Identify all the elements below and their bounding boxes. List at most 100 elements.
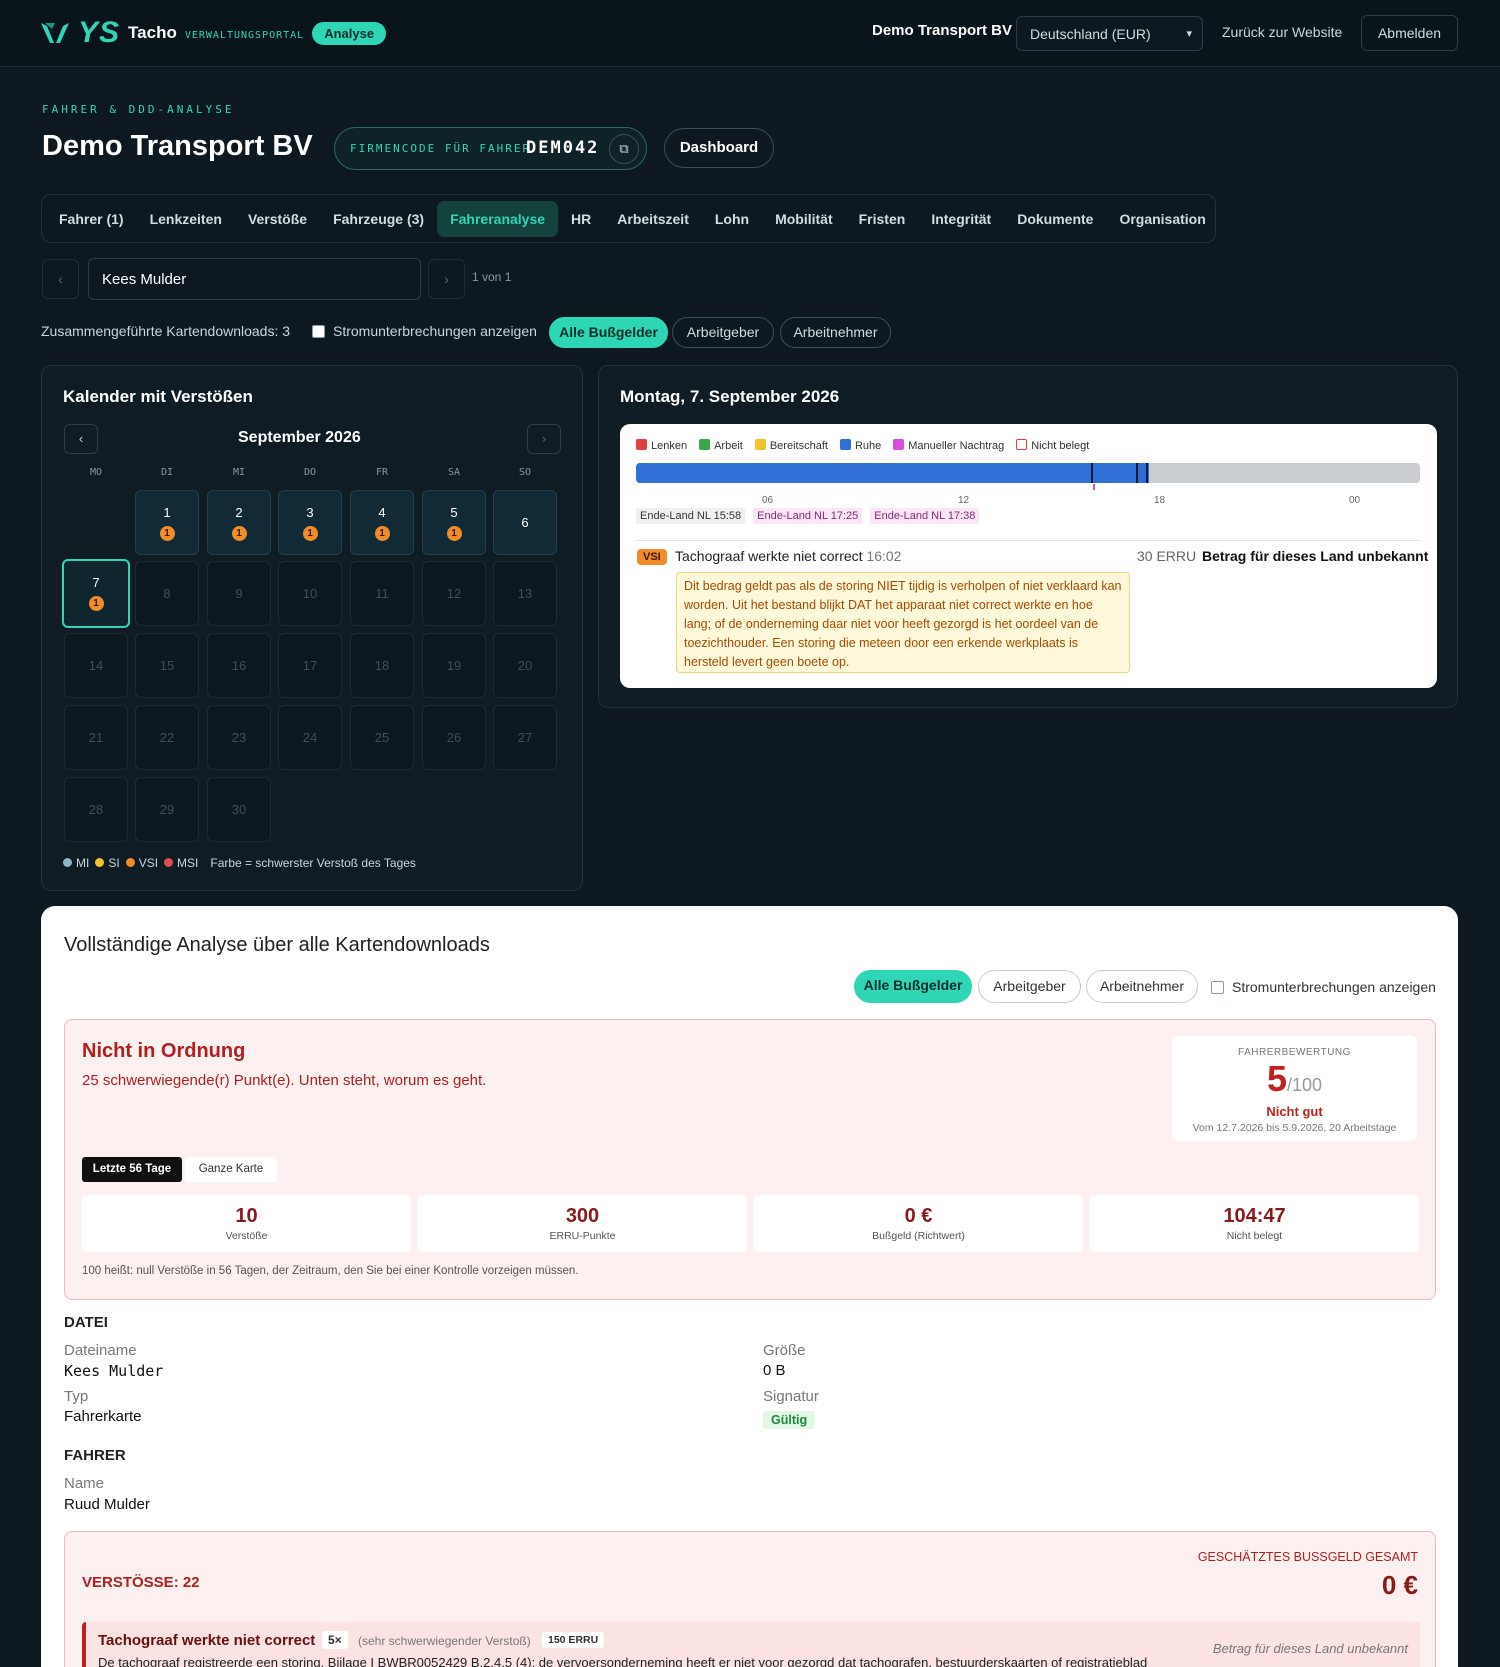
calendar-day[interactable]: 31 — [278, 490, 342, 555]
eyebrow: FAHRER & DDD-ANALYSE — [42, 103, 235, 116]
calendar-day-number: 18 — [374, 658, 390, 673]
legend-swatch-icon — [893, 439, 905, 450]
tab-item[interactable]: Lohn — [702, 201, 762, 237]
calendar-day[interactable]: 25 — [350, 705, 414, 770]
next-month-button[interactable]: › — [527, 424, 561, 454]
driver-section-heading: FAHRER — [64, 1447, 126, 1464]
calendar-day[interactable]: 51 — [422, 490, 486, 555]
calendar-day[interactable]: 17 — [278, 633, 342, 698]
day-timeline-panel: Lenken Arbeit Bereitschaft Ruhe Manueller Na… — [620, 424, 1437, 688]
tab-item[interactable]: Fahrzeuge (3) — [320, 201, 437, 237]
prev-month-button[interactable]: ‹ — [64, 424, 98, 454]
driver-select[interactable]: Kees Mulder — [88, 258, 421, 300]
tab-item[interactable]: Mobilität — [762, 201, 846, 237]
calendar-day[interactable]: 21 — [207, 490, 271, 555]
tab-item[interactable]: Fahreranalyse — [437, 200, 559, 237]
calendar-day[interactable]: 15 — [135, 633, 199, 698]
segment-whole-card[interactable]: Ganze Karte — [185, 1157, 277, 1182]
activity-timeline-bar[interactable] — [636, 463, 1420, 483]
violation-count-badge: 1 — [302, 526, 318, 541]
calendar-day[interactable]: 21 — [64, 705, 128, 770]
tab-item[interactable]: Fahrer (1) — [46, 201, 137, 237]
calendar-day[interactable]: 9 — [207, 561, 271, 626]
company-name: Demo Transport BV — [872, 22, 1013, 39]
filter-employer[interactable]: Arbeitgeber — [672, 317, 774, 348]
tab-item[interactable]: Integrität — [918, 201, 1004, 237]
calendar-day-number: 14 — [88, 658, 104, 673]
dashboard-button[interactable]: Dashboard — [664, 128, 774, 168]
calendar-month: September 2026 — [238, 429, 361, 446]
tab-item[interactable]: Organisation — [1106, 201, 1218, 237]
prev-driver-button[interactable]: ‹ — [42, 259, 79, 299]
stat-card: 0 € Bußgeld (Richtwert) — [754, 1195, 1083, 1252]
tick-12: 12 — [958, 495, 970, 506]
calendar-day[interactable]: 10 — [278, 561, 342, 626]
filter-employee[interactable]: Arbeitnehmer — [780, 317, 891, 348]
logout-button[interactable]: Abmelden — [1361, 15, 1458, 51]
msi-dot-icon — [164, 858, 174, 867]
calendar-day[interactable]: 19 — [422, 633, 486, 698]
calendar-day[interactable]: 28 — [64, 777, 128, 842]
analysis-power-checkbox[interactable] — [1211, 980, 1224, 994]
calendar-day[interactable]: 11 — [350, 561, 414, 626]
logo-text: YS — [78, 16, 121, 49]
violation-erru: 30 ERRU — [1137, 548, 1197, 564]
analysis-power-toggle[interactable]: Stromunterbrechungen anzeigen — [1211, 979, 1436, 995]
calendar-day[interactable]: 27 — [493, 705, 557, 770]
calendar-day[interactable]: 23 — [207, 705, 271, 770]
analysis-filter-employer[interactable]: Arbeitgeber — [978, 970, 1081, 1003]
tab-item[interactable]: HR — [558, 201, 604, 237]
analysis-power-label: Stromunterbrechungen anzeigen — [1232, 979, 1436, 995]
timeline-legend: Lenken Arbeit Bereitschaft Ruhe Manueller Na… — [636, 439, 1089, 452]
calendar-day[interactable]: 41 — [350, 490, 414, 555]
calendar-day[interactable]: 6 — [493, 490, 557, 555]
violation-item-erru: 150 ERRU — [542, 1632, 605, 1648]
calendar-day[interactable]: 22 — [135, 705, 199, 770]
segment-last-56-days[interactable]: Letzte 56 Tage — [82, 1157, 182, 1182]
flag-tag: Ende-Land NL 17:25 — [753, 508, 863, 524]
tab-item[interactable]: Arbeitszeit — [604, 201, 702, 237]
calendar-day[interactable]: 71 — [62, 559, 130, 628]
app-subtitle: VERWALTUNGSPORTAL — [184, 29, 305, 41]
calendar-day[interactable]: 20 — [493, 633, 557, 698]
calendar-day[interactable]: 14 — [64, 633, 128, 698]
calendar-day[interactable]: 12 — [422, 561, 486, 626]
weekday-label: MI — [232, 467, 246, 478]
violation-count-badge: 1 — [231, 526, 247, 541]
size-label: Größe — [763, 1342, 806, 1359]
back-to-website-link[interactable]: Zurück zur Website — [1222, 24, 1342, 40]
calendar-day[interactable]: 11 — [135, 490, 199, 555]
tab-item[interactable]: Dokumente — [1004, 201, 1106, 237]
calendar-day[interactable]: 18 — [350, 633, 414, 698]
weekday-label: SO — [518, 467, 532, 478]
score-quality: Nicht gut — [1266, 1104, 1323, 1119]
filter-all-fines[interactable]: Alle Bußgelder — [549, 317, 668, 348]
calendar-day[interactable]: 26 — [422, 705, 486, 770]
power-interruptions-toggle[interactable]: Stromunterbrechungen anzeigen — [312, 323, 537, 339]
calendar-day[interactable]: 16 — [207, 633, 271, 698]
calendar-day-number: 7 — [92, 575, 100, 590]
score-range: Vom 12.7.2026 bis 5.9.2026, 20 Arbeitsta… — [1192, 1122, 1397, 1134]
calendar-day[interactable]: 29 — [135, 777, 199, 842]
tab-item[interactable]: Verstöße — [235, 201, 320, 237]
signature-valid-badge: Gültig — [763, 1411, 816, 1429]
logo[interactable]: YS Tacho VERWALTUNGSPORTAL Analyse — [40, 16, 387, 50]
next-driver-button[interactable]: › — [428, 259, 465, 299]
calendar-day[interactable]: 30 — [207, 777, 271, 842]
calendar-day-number: 30 — [231, 802, 247, 817]
country-select[interactable]: Deutschland (EUR) ▾ — [1016, 16, 1203, 51]
manual-entry-mark — [1093, 484, 1095, 490]
legend-swatch-icon — [754, 439, 766, 450]
calendar-day[interactable]: 13 — [493, 561, 557, 626]
calendar-day[interactable]: 24 — [278, 705, 342, 770]
violation-item[interactable]: Tachograaf werkte niet correct 5× (sehr … — [82, 1622, 1420, 1667]
power-checkbox[interactable] — [312, 324, 325, 338]
calendar-day[interactable]: 8 — [135, 561, 199, 626]
copy-icon[interactable]: ⧉ — [609, 134, 639, 164]
tab-item[interactable]: Lenkzeiten — [137, 201, 235, 237]
violation-item-description: De tachograaf registreerde een storing. … — [98, 1655, 1148, 1667]
analysis-filter-all-fines[interactable]: Alle Bußgelder — [854, 970, 972, 1003]
tab-item[interactable]: Fristen — [846, 201, 919, 237]
analysis-filter-employee[interactable]: Arbeitnehmer — [1086, 970, 1198, 1003]
status-title: Nicht in Ordnung — [82, 1040, 246, 1062]
